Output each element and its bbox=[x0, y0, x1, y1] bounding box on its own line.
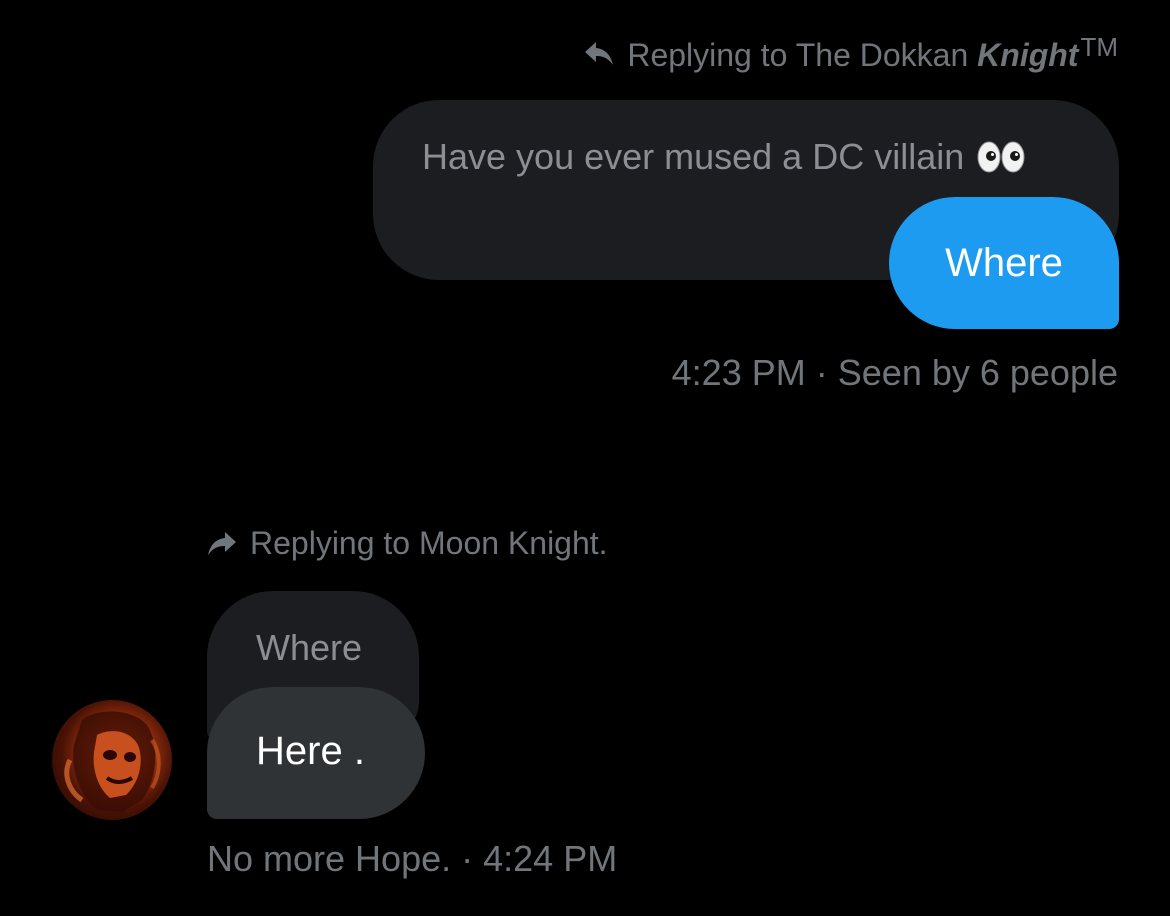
sender-name: No more Hope. bbox=[207, 838, 452, 879]
message-time: 4:24 PM bbox=[483, 838, 618, 879]
message-time: 4:23 PM bbox=[671, 352, 806, 393]
reply-header-text: Replying to Moon Knight. bbox=[250, 524, 608, 561]
message-bubble-incoming[interactable]: Here . bbox=[207, 687, 425, 819]
meta-separator: · bbox=[815, 352, 828, 393]
quoted-message-text: Where bbox=[256, 627, 363, 668]
reply-header-text: Replying to The Dokkan KnightTM bbox=[627, 32, 1118, 73]
quoted-message-text: Have you ever mused a DC villain bbox=[422, 136, 965, 177]
message-meta-outgoing: 4:23 PM · Seen by 6 people bbox=[672, 352, 1118, 394]
message-text-outgoing: Where bbox=[945, 240, 1063, 285]
message-meta-incoming: No more Hope. · 4:24 PM bbox=[207, 838, 617, 880]
message-text-incoming: Here . bbox=[256, 729, 365, 773]
eyes-emoji-icon bbox=[976, 139, 1026, 175]
reply-header-outgoing[interactable]: Replying to The Dokkan KnightTM bbox=[583, 30, 1118, 76]
reply-arrow-icon bbox=[583, 39, 615, 67]
seen-status: Seen by 6 people bbox=[837, 352, 1118, 393]
avatar[interactable] bbox=[52, 700, 172, 820]
message-bubble-outgoing[interactable]: Where bbox=[889, 197, 1119, 329]
meta-separator: · bbox=[461, 838, 474, 879]
forward-arrow-icon bbox=[206, 529, 238, 557]
reply-header-incoming[interactable]: Replying to Moon Knight. bbox=[206, 520, 608, 566]
